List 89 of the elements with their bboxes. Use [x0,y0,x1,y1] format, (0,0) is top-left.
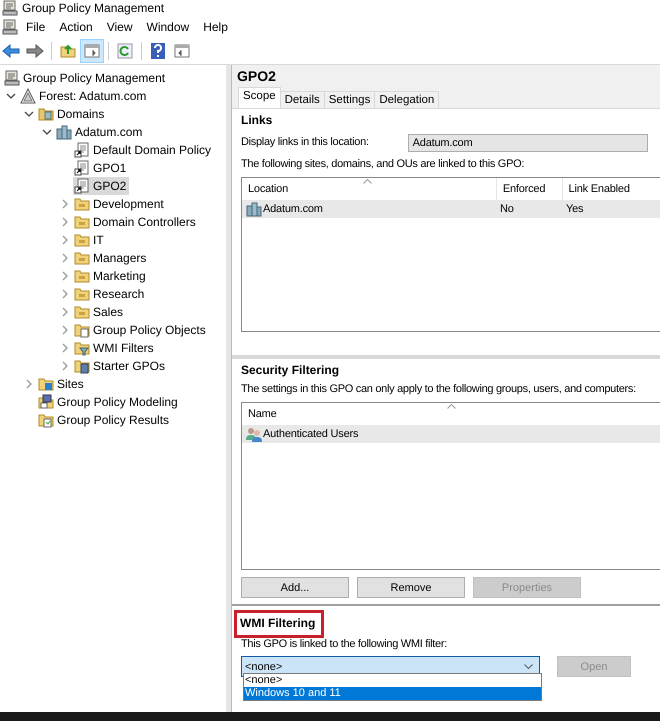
tab[interactable]: Settings [324,91,376,108]
expand-chevron-icon[interactable] [62,271,68,281]
folder-icon [74,304,90,320]
document-shortcut-icon [74,178,90,194]
tree-item[interactable]: WMI Filters [73,339,157,357]
tree-item[interactable]: Group Policy Objects [73,321,209,339]
expand-chevron-icon[interactable] [62,217,68,227]
building-icon [246,201,262,217]
document-shortcut-icon [74,160,90,176]
section-heading: Links [241,113,274,129]
folder-icon [38,106,54,122]
location-field[interactable]: Adatum.com [408,134,648,152]
action-button[interactable]: Remove [357,577,465,598]
document-shortcut-icon [74,142,90,158]
expand-chevron-icon[interactable] [62,199,68,209]
folder-document-icon [74,322,90,338]
list-row[interactable]: Authenticated Users [242,425,660,443]
folder-icon [74,196,90,212]
table-cell: No [500,203,514,215]
tree-item[interactable]: IT [73,231,107,249]
tree-item[interactable]: Domain Controllers [73,213,199,231]
folder-document-icon [38,412,54,428]
menu-item[interactable]: File [20,18,52,36]
tree-item[interactable]: Adatum.com [55,123,146,141]
tree-item[interactable]: Forest: Adatum.com [19,87,150,105]
dropdown-option[interactable]: Windows 10 and 11 [244,687,541,700]
sort-caret-icon [447,404,456,409]
folder-document-icon [74,358,90,374]
computer-icon [38,394,54,410]
table-cell: Yes [566,203,584,215]
caption-text: The settings in this GPO can only apply to the following groups, users, and computers: [241,383,637,397]
caption-text: The following sites, domains, and OUs are linked to this GPO: [241,158,526,172]
users-icon [246,426,262,442]
tree-item[interactable]: Development [73,195,167,213]
folder-icon [74,232,90,248]
folder-sites-icon [38,376,54,392]
tree-item[interactable]: Starter GPOs [73,357,168,375]
tree-item[interactable]: GPO1 [73,159,130,177]
tab[interactable]: Scope [238,87,281,108]
sort-caret-icon [363,179,372,184]
console-icon [4,70,20,86]
app-menu-icon[interactable] [2,19,18,35]
collapse-chevron-icon[interactable] [24,110,34,118]
section-heading: Security Filtering [241,363,340,379]
triangle-icon [20,88,36,104]
tree-item[interactable]: Marketing [73,267,149,285]
pane-icon[interactable] [81,40,103,62]
tree-item[interactable]: Sales [73,303,126,321]
expand-chevron-icon[interactable] [26,379,32,389]
expand-chevron-icon[interactable] [62,253,68,263]
app-icon [2,0,18,16]
menu-item[interactable]: View [100,18,138,36]
expand-chevron-icon[interactable] [62,343,68,353]
folder-icon [74,268,90,284]
menu-item[interactable]: Action [53,18,99,36]
tree-item[interactable]: Group Policy Results [37,411,172,429]
expand-chevron-icon[interactable] [62,307,68,317]
expand-chevron-icon[interactable] [62,289,68,299]
collapse-chevron-icon[interactable] [6,92,16,100]
table-cell: Adatum.com [263,203,323,215]
folder-icon [74,286,90,302]
list-row[interactable]: Adatum.com No Yes [242,200,660,218]
expand-chevron-icon[interactable] [62,361,68,371]
dropdown-chevron-icon [524,664,533,669]
expand-chevron-icon[interactable] [62,235,68,245]
menu-item[interactable]: Help [197,18,234,36]
table-cell: Authenticated Users [263,428,358,440]
folder-icon [74,214,90,230]
folder-filter-icon [74,340,90,356]
action-button[interactable]: Add... [241,577,349,598]
tree-item[interactable]: Sites [37,375,87,393]
window-title: Group Policy Management [22,1,164,15]
tree-item[interactable]: Group Policy Modeling [37,393,181,411]
menu-item[interactable]: Window [140,18,196,36]
tree-item[interactable]: Domains [37,105,108,123]
collapse-chevron-icon[interactable] [42,128,52,136]
tree-item[interactable]: Managers [73,249,150,267]
tab[interactable]: Delegation [374,91,440,108]
expand-chevron-icon[interactable] [62,325,68,335]
tree-item[interactable]: Research [73,285,148,303]
tree-item[interactable]: Group Policy Management [3,69,168,87]
dropdown-option[interactable]: <none> [244,674,541,687]
section-heading: WMI Filtering [234,610,324,638]
field-label: Display links in this location: [241,136,369,150]
caption-text: This GPO is linked to the following WMI filter: [241,638,448,652]
tree-item[interactable]: GPO2 [73,177,130,195]
tree-item[interactable]: Default Domain Policy [73,141,214,159]
building-icon [56,124,72,140]
folder-icon [74,250,90,266]
